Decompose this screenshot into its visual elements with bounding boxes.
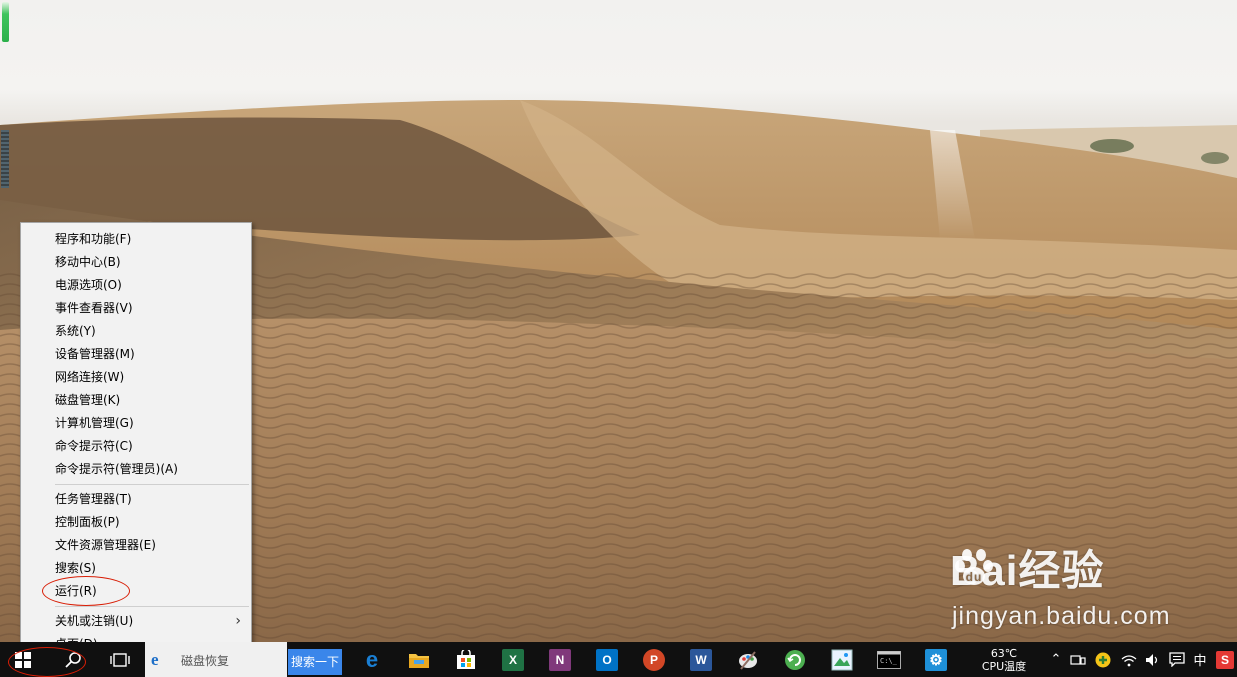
ime-label: 中 [1193, 654, 1207, 669]
tray-ime-indicator[interactable]: 中 [1190, 642, 1210, 677]
outlook-icon: O [596, 648, 618, 671]
task-view-button[interactable] [104, 642, 136, 677]
menu-item-search[interactable]: 搜索(S) [21, 557, 251, 579]
file-explorer-icon [409, 653, 429, 668]
cmd-icon: C:\_ [877, 650, 901, 669]
ie-tab-label: 磁盘恢复 [181, 654, 230, 668]
onenote-icon: N [549, 648, 571, 671]
tray-device-icon[interactable] [1068, 642, 1088, 677]
green-gauge-widget [2, 2, 9, 42]
watermark-brand-right: 经验 [1018, 547, 1105, 594]
tray-sogou-ime[interactable]: S [1214, 642, 1236, 677]
taskbar-app-outlook[interactable]: O [591, 642, 623, 677]
menu-item-control-panel[interactable]: 控制面板(P) [21, 511, 251, 533]
annotation-oval-start [8, 647, 86, 677]
menu-separator [55, 484, 249, 485]
store-icon [457, 649, 475, 669]
menu-item-command-prompt-admin[interactable]: 命令提示符(管理员)(A) [21, 458, 251, 480]
svg-text:du: du [966, 570, 983, 584]
settings-icon: ⚙ [925, 648, 947, 671]
menu-item-device-manager[interactable]: 设备管理器(M) [21, 343, 251, 365]
taskbar-app-store[interactable] [450, 642, 482, 677]
menu-item-network-connections[interactable]: 网络连接(W) [21, 366, 251, 388]
excel-icon: X [502, 648, 524, 671]
cpu-temp-label: CPU温度 [981, 659, 1027, 673]
sogou-s-icon: S [1216, 650, 1234, 669]
menu-item-disk-management[interactable]: 磁盘管理(K) [21, 389, 251, 411]
menu-separator [55, 606, 249, 607]
watermark-url: jingyan.baidu.com [952, 602, 1171, 630]
menu-item-task-manager[interactable]: 任务管理器(T) [21, 488, 251, 510]
task-view-icon [110, 652, 130, 667]
ie-icon: e [151, 650, 159, 669]
taskbar-app-edge[interactable]: e [356, 642, 388, 677]
cpu-temperature-widget[interactable]: 63℃ CPU温度 [972, 642, 1036, 677]
taskbar-app-green-refresh[interactable] [779, 642, 811, 677]
taskbar-app-cmd[interactable]: C:\_ [873, 642, 905, 677]
edge-icon: e [365, 646, 379, 672]
device-icon [1070, 654, 1086, 665]
menu-item-command-prompt[interactable]: 命令提示符(C) [21, 435, 251, 457]
security-shield-icon [1095, 652, 1111, 667]
taskbar-app-settings[interactable]: ⚙ [920, 642, 952, 677]
annotation-oval-run [42, 576, 130, 606]
tray-wifi[interactable] [1118, 642, 1140, 677]
taskbar-app-onenote[interactable]: N [544, 642, 576, 677]
search-web-button[interactable]: 搜索一下 [288, 649, 342, 675]
show-hidden-icons-button[interactable]: ⌃ [1048, 642, 1064, 677]
baidu-jingyan-watermark: Bai du 经验 jingyan.baidu.com [950, 548, 1171, 631]
wifi-icon [1121, 654, 1137, 666]
taskbar-app-excel[interactable]: X [497, 642, 529, 677]
svg-text:C:\_: C:\_ [880, 657, 898, 665]
menu-item-mobility-center[interactable]: 移动中心(B) [21, 251, 251, 273]
chevron-up-icon: ⌃ [1050, 652, 1062, 667]
menu-item-file-explorer[interactable]: 文件资源管理器(E) [21, 534, 251, 556]
menu-item-programs-features[interactable]: 程序和功能(F) [21, 228, 251, 250]
taskbar-app-paint[interactable] [732, 642, 764, 677]
ie-address-tab[interactable]: e 磁盘恢复 [145, 642, 287, 677]
tray-volume[interactable] [1142, 642, 1164, 677]
side-dock-widget[interactable] [1, 130, 9, 188]
tray-action-center[interactable] [1166, 642, 1188, 677]
taskbar-app-photos[interactable] [826, 642, 858, 677]
photo-viewer-icon [831, 649, 853, 670]
cpu-temp-value: 63℃ [990, 646, 1018, 660]
notification-icon [1169, 652, 1185, 667]
word-icon: W [690, 648, 712, 671]
taskbar-app-powerpoint[interactable]: P [638, 642, 670, 677]
taskbar-app-word[interactable]: W [685, 642, 717, 677]
menu-item-event-viewer[interactable]: 事件查看器(V) [21, 297, 251, 319]
green-refresh-icon [785, 649, 805, 670]
menu-item-shutdown-label: 关机或注销(U) [55, 614, 134, 628]
speaker-icon [1146, 653, 1158, 666]
taskbar-app-file-explorer[interactable] [403, 642, 435, 677]
baidu-paw-icon: du [955, 549, 993, 585]
menu-item-power-options[interactable]: 电源选项(O) [21, 274, 251, 296]
tray-security-app[interactable] [1092, 642, 1114, 677]
menu-item-computer-management[interactable]: 计算机管理(G) [21, 412, 251, 434]
chevron-right-icon: › [235, 613, 241, 629]
menu-item-system[interactable]: 系统(Y) [21, 320, 251, 342]
menu-item-shutdown-signout[interactable]: 关机或注销(U) › [21, 610, 251, 632]
powerpoint-icon: P [643, 648, 665, 671]
paint-icon [739, 650, 757, 670]
